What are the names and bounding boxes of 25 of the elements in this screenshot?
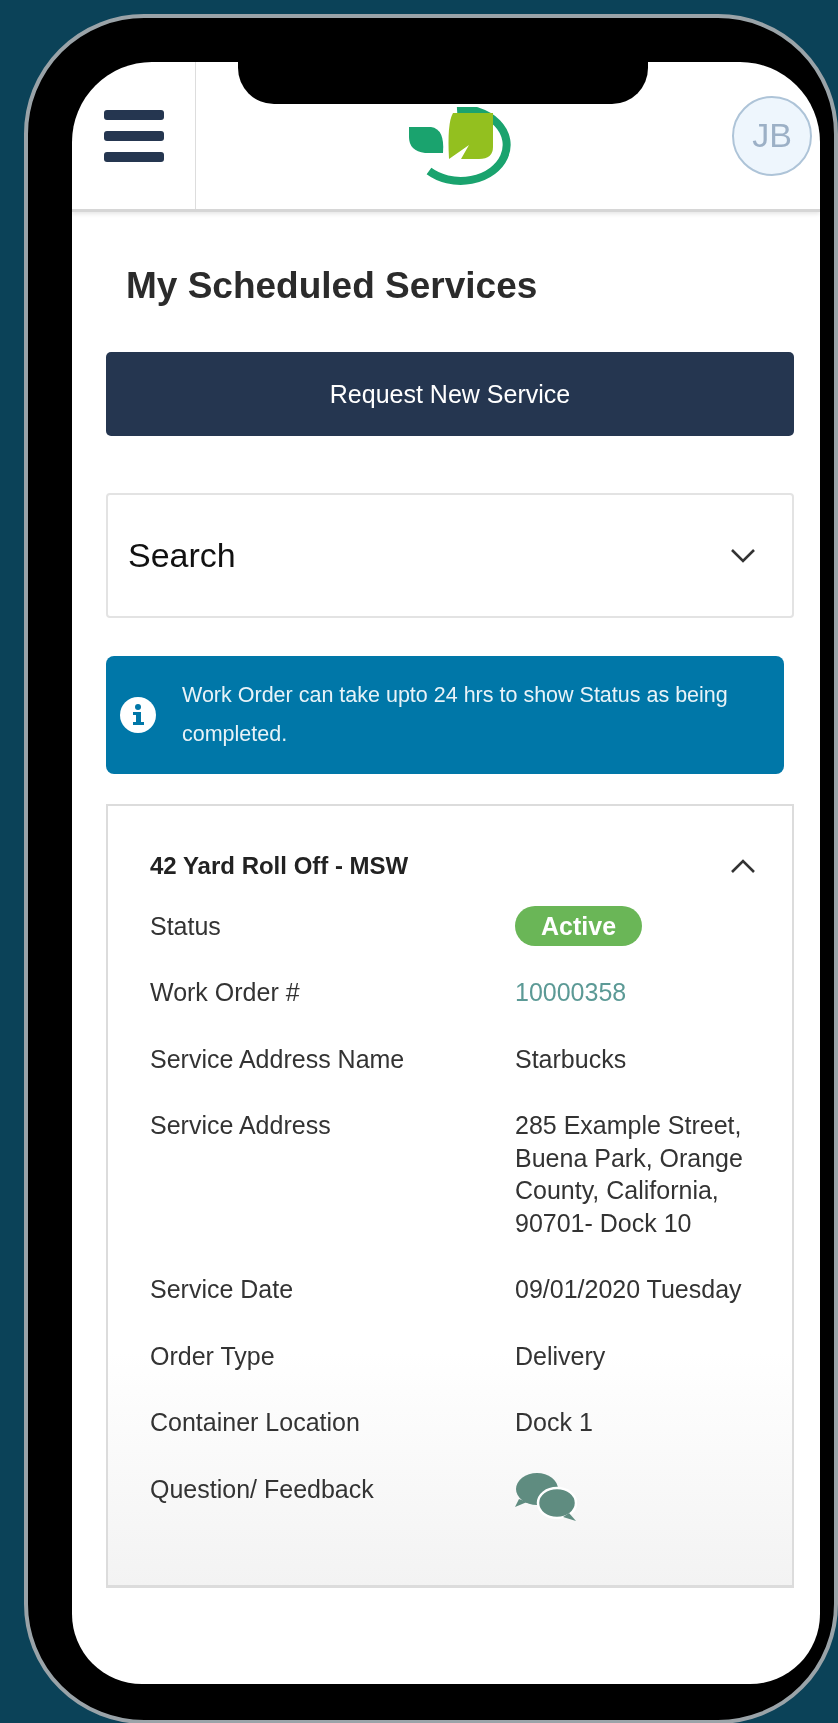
field-value: Starbucks	[515, 1044, 627, 1073]
chat-bubbles-icon[interactable]	[515, 1472, 577, 1523]
chevron-up-icon[interactable]	[730, 857, 756, 874]
field-value: Dock 1	[515, 1408, 593, 1437]
search-label: Search	[128, 535, 236, 577]
status-badge: Active	[515, 905, 643, 946]
field-label: Work Order #	[150, 977, 301, 1009]
field-label: Status	[150, 910, 222, 942]
info-icon	[120, 697, 156, 734]
field-value: 285 Example Street, Buena Park, Orange County, California, 90701- Dock 10	[515, 1111, 743, 1237]
field-label: Service Address Name	[150, 1043, 406, 1075]
menu-icon[interactable]	[103, 109, 164, 162]
page-title: My Scheduled Services	[126, 264, 539, 308]
field-label: Service Date	[150, 1274, 295, 1306]
field-label: Service Address	[150, 1110, 332, 1142]
service-title: 42 Yard Roll Off - MSW	[150, 850, 409, 881]
field-label: Order Type	[150, 1340, 276, 1372]
chevron-down-icon[interactable]	[730, 547, 756, 564]
search-panel[interactable]: Search	[106, 493, 794, 619]
field-label: Container Location	[150, 1407, 361, 1439]
field-value: 09/01/2020 Tuesday	[515, 1275, 742, 1304]
alert-text: Work Order can take upto 24 hrs to show Status as being completed.	[182, 682, 729, 749]
request-service-button[interactable]: Request New Service	[106, 352, 794, 437]
field-value: Delivery	[515, 1341, 606, 1370]
field-label: Question/ Feedback	[150, 1473, 375, 1505]
